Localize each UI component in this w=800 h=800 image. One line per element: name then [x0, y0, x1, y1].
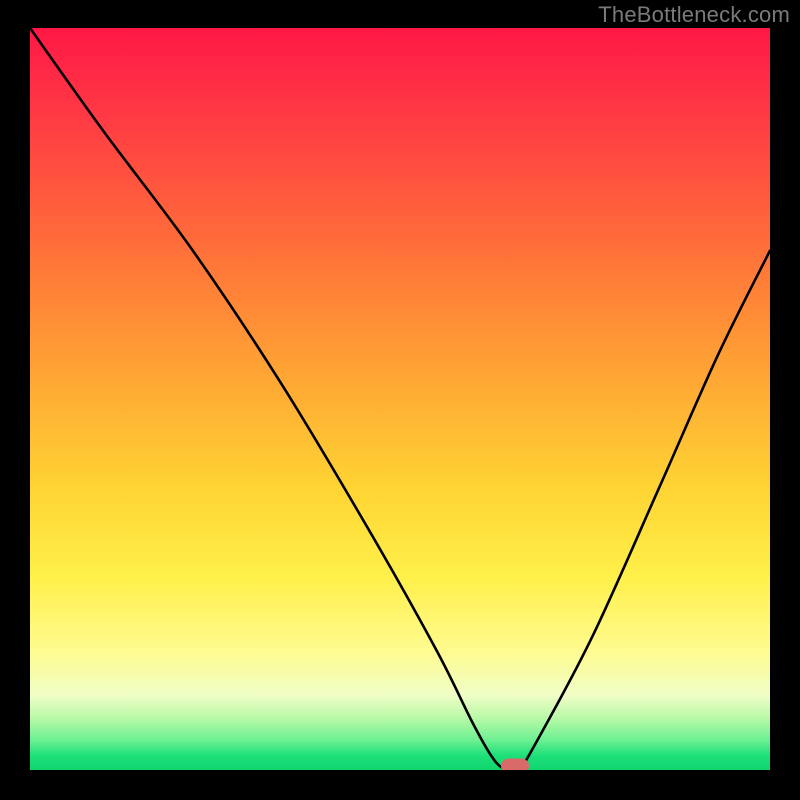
plot-area [30, 28, 770, 770]
watermark-text: TheBottleneck.com [598, 2, 790, 28]
bottleneck-curve [30, 28, 770, 770]
optimum-marker [501, 759, 529, 770]
chart-frame: TheBottleneck.com [0, 0, 800, 800]
curve-overlay [30, 28, 770, 770]
